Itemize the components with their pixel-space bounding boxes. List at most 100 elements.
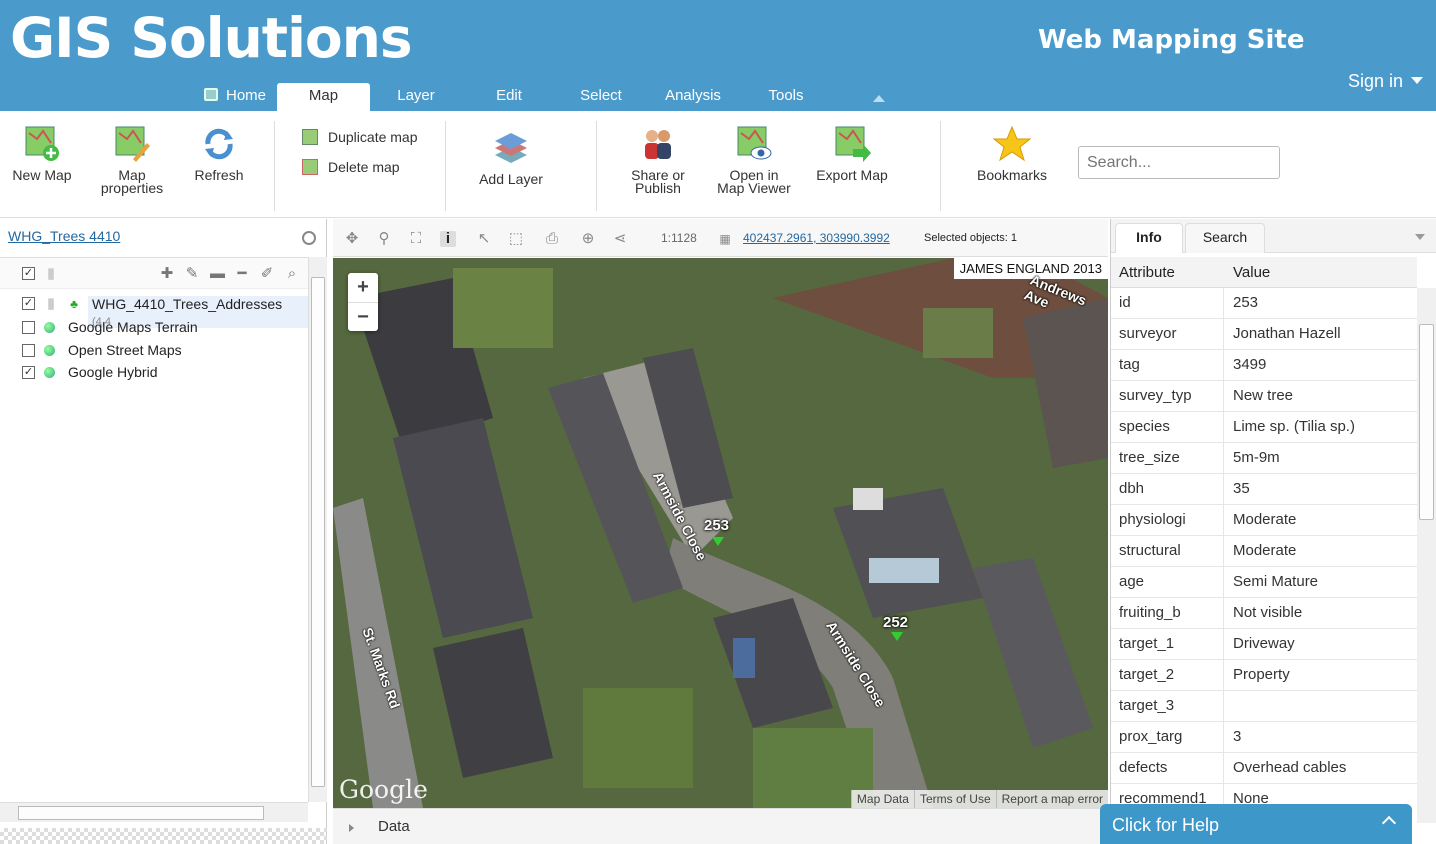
data-panel-toggle[interactable]: Data [333, 808, 1108, 844]
grid-icon: ▦ [719, 232, 731, 246]
select-arrow-icon[interactable]: ↖ [476, 231, 492, 247]
basemap-icon [44, 345, 55, 356]
map-canvas[interactable]: JAMES ENGLAND 2013 + − 253 252 Armside C… [333, 258, 1108, 808]
help-label: Click for Help [1112, 815, 1220, 835]
viewer-icon [737, 126, 772, 160]
map-properties-button[interactable]: Map properties [96, 125, 168, 195]
share-publish-button[interactable]: Share or Publish [622, 125, 694, 195]
table-row: defects Overhead cables [1111, 753, 1417, 784]
attribute-name: prox_targ [1111, 722, 1224, 753]
layer-item[interactable]: Open Street Maps [0, 339, 308, 361]
select-box-icon[interactable]: ⬚ [508, 231, 524, 247]
vertical-scrollbar[interactable] [308, 257, 327, 802]
tab-tools[interactable]: Tools [758, 83, 814, 111]
table-row: species Lime sp. (Tilia sp.) [1111, 412, 1417, 443]
sign-in-button[interactable]: Sign in [1348, 71, 1424, 92]
panel-resize-strip [0, 828, 327, 844]
tree-marker-pin[interactable] [712, 537, 724, 546]
vertical-scrollbar[interactable] [1417, 288, 1436, 823]
open-viewer-label-2: Map Viewer [717, 180, 791, 196]
layers-panel: WHG_Trees 4410 ✓ ▮ ✚ ✎ ▬ ━ ✐ ⌕ ✓ ▮ ♣ WHG… [0, 219, 327, 844]
layer-item[interactable]: Google Maps Terrain [0, 316, 308, 338]
tab-search[interactable]: Search [1185, 223, 1265, 253]
new-map-button[interactable]: New Map [8, 125, 76, 182]
attribute-value: Jonathan Hazell [1233, 325, 1341, 342]
pan-icon[interactable]: ✥ [344, 231, 360, 247]
chevron-down-icon[interactable] [1415, 234, 1425, 240]
basemap-icon [44, 322, 55, 333]
search-input[interactable] [1078, 146, 1280, 179]
tab-select[interactable]: Select [570, 83, 632, 111]
globe-icon[interactable] [302, 231, 316, 245]
duplicate-map-button[interactable]: Duplicate map [302, 129, 418, 145]
bookmarks-button[interactable]: Bookmarks [972, 125, 1052, 182]
terms-of-use-link[interactable]: Terms of Use [913, 790, 996, 808]
zoom-out-button[interactable]: − [348, 302, 378, 331]
attribute-name: species [1111, 412, 1224, 443]
add-icon[interactable]: ✚ [160, 266, 174, 281]
full-extent-icon[interactable]: ⛶ [408, 231, 424, 247]
tab-layer[interactable]: Layer [385, 83, 447, 111]
export-icon [835, 126, 871, 162]
print-icon[interactable]: ⎙ [544, 231, 560, 247]
layer-item[interactable]: ✓ Google Hybrid [0, 361, 308, 383]
tab-map[interactable]: Map [277, 83, 370, 111]
layer-name: Google Maps Terrain [68, 319, 198, 335]
layer-visibility-checkbox[interactable]: ✓ [22, 297, 35, 310]
globe-icon[interactable]: ⊕ [580, 231, 596, 247]
collapse-ribbon-icon[interactable] [873, 95, 885, 102]
new-map-label: New Map [12, 167, 72, 183]
scrollbar-thumb[interactable] [18, 806, 264, 820]
layer-item[interactable]: ✓ ▮ ♣ WHG_4410_Trees_Addresses (4,4 [0, 293, 308, 328]
lock-icon[interactable]: ▮ [44, 296, 58, 311]
tree-icon: ♣ [70, 297, 78, 311]
scrollbar-thumb[interactable] [1419, 324, 1434, 520]
delete-map-button[interactable]: Delete map [302, 159, 400, 175]
open-map-viewer-button[interactable]: Open in Map Viewer [712, 125, 796, 195]
scrollbar-thumb[interactable] [311, 277, 325, 787]
tree-marker-pin[interactable] [891, 632, 903, 641]
map-toolbar: ✥ ⚲ ⛶ i ↖ ⬚ ⎙ ⊕ ⋖ 1:1128 ▦ 402437.2961, … [333, 219, 1108, 257]
horizontal-scrollbar[interactable] [0, 802, 308, 822]
folder-icon[interactable]: ▬ [210, 266, 225, 281]
lock-icon[interactable]: ▮ [44, 266, 58, 281]
identify-info-icon[interactable]: i [440, 231, 456, 247]
layer-visibility-checkbox[interactable] [22, 321, 35, 334]
home-icon [203, 88, 218, 101]
table-row: dbh 35 [1111, 474, 1417, 505]
attribute-name: physiologi [1111, 505, 1224, 536]
tab-home[interactable]: Home [196, 83, 274, 111]
edit-icon[interactable]: ✐ [260, 266, 274, 281]
table-row: physiologi Moderate [1111, 505, 1417, 536]
expand-arrow-icon [349, 824, 354, 832]
map-title-link[interactable]: WHG_Trees 4410 [8, 228, 120, 244]
tab-info[interactable]: Info [1115, 223, 1183, 253]
chevron-up-icon [1381, 815, 1397, 831]
select-all-checkbox[interactable]: ✓ [22, 267, 35, 280]
zoom-to-layer-icon[interactable]: ⌕ [285, 266, 299, 281]
zoom-control: + − [348, 273, 378, 331]
attribute-name: target_1 [1111, 629, 1224, 660]
layer-visibility-checkbox[interactable] [22, 344, 35, 357]
add-layer-button[interactable]: Add Layer [470, 129, 552, 186]
help-button[interactable]: Click for Help [1100, 804, 1412, 844]
pencil-icon[interactable]: ✎ [185, 266, 199, 281]
remove-icon[interactable]: ━ [235, 266, 249, 281]
zoom-in-button[interactable]: + [348, 273, 378, 302]
map-data-link[interactable]: Map Data [850, 790, 914, 808]
map-scale: 1:1128 [661, 231, 697, 245]
report-map-error-link[interactable]: Report a map error [995, 790, 1108, 808]
share-icon[interactable]: ⋖ [612, 231, 628, 247]
layer-visibility-checkbox[interactable]: ✓ [22, 366, 35, 379]
export-map-button[interactable]: Export Map [812, 125, 892, 182]
zoom-icon[interactable]: ⚲ [376, 231, 392, 247]
table-row: target_3 [1111, 691, 1417, 722]
share-label-2: Publish [635, 180, 681, 196]
tab-edit[interactable]: Edit [480, 83, 538, 111]
refresh-button[interactable]: Refresh [186, 125, 252, 182]
value-column-header: Value [1233, 264, 1271, 281]
map-coordinates[interactable]: 402437.2961, 303990.3992 [743, 231, 890, 245]
tab-analysis[interactable]: Analysis [655, 83, 731, 111]
brand-logo: GIS Solutions [10, 6, 413, 70]
imagery-credit: JAMES ENGLAND 2013 [953, 258, 1108, 279]
